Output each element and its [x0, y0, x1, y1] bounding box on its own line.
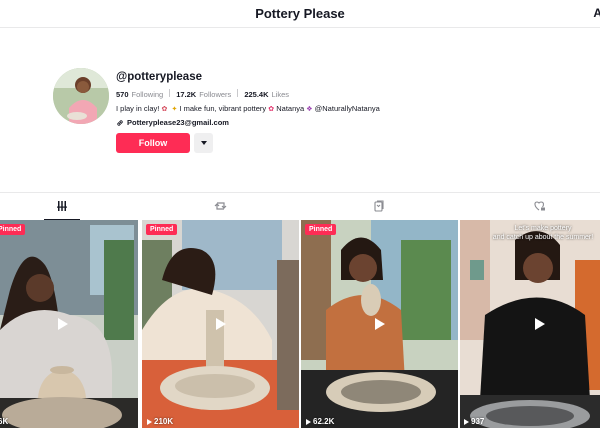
- bio-text-4[interactable]: @NaturallyNatanya: [315, 104, 380, 113]
- profile-tabs: [0, 192, 600, 221]
- following-count[interactable]: 570: [116, 90, 129, 99]
- pinned-badge: Pinned: [0, 224, 26, 235]
- username: @potteryplease: [116, 71, 202, 83]
- grid-icon: [57, 201, 67, 211]
- likes-count: 225.4K: [244, 90, 269, 99]
- butterfly-icon: ❖: [306, 106, 313, 113]
- heart-lock-icon: [533, 201, 545, 211]
- link-icon: [117, 119, 123, 126]
- tab-favorites[interactable]: [371, 199, 387, 213]
- play-count-icon: [464, 418, 469, 425]
- divider: [237, 89, 239, 97]
- profile-stats: 570 Following 17.2K Followers 225.4K Lik…: [116, 89, 289, 99]
- video-caption-text: Let's make pottery and catch up about th…: [492, 225, 594, 241]
- video-card[interactable]: Pinned 62.2K: [301, 220, 458, 428]
- play-count-icon: [306, 418, 311, 425]
- followers-label: Followers: [199, 90, 232, 99]
- play-count-icon: [147, 418, 152, 425]
- view-count-value: 62.2K: [313, 417, 335, 426]
- bio-text-3: Natanya: [276, 104, 305, 113]
- view-count-value: 6K: [0, 417, 9, 426]
- view-count: 62.2K: [306, 417, 334, 426]
- chevron-down-icon: [200, 141, 207, 145]
- video-grid: Pinned 6K Pinned 210K Pinned 62.2K Let's…: [0, 220, 600, 428]
- play-icon: [216, 318, 226, 330]
- email-link[interactable]: Potteryplease23@gmail.com: [116, 118, 229, 127]
- pinned-badge: Pinned: [305, 224, 337, 235]
- suggested-accounts-button[interactable]: [194, 133, 213, 153]
- top-bar: Pottery Please A: [0, 0, 600, 28]
- followers-count[interactable]: 17.2K: [176, 90, 196, 99]
- video-card[interactable]: Pinned 210K: [142, 220, 299, 428]
- page-title: Pottery Please: [255, 6, 345, 21]
- view-count-value: 937: [471, 417, 485, 426]
- tab-liked[interactable]: [531, 199, 547, 213]
- likes-label: Likes: [271, 90, 290, 99]
- view-count: 6K: [0, 417, 8, 426]
- video-caption: Let's make pottery and catch up about th…: [488, 225, 598, 242]
- bookmark-icon: [374, 200, 384, 212]
- bio-text-2: I make fun, vibrant pottery: [179, 104, 267, 113]
- avatar[interactable]: [53, 68, 109, 124]
- sparkle-icon: ✦: [171, 106, 178, 113]
- profile-bio: I play in clay! ✿ ✦ I make fun, vibrant …: [116, 104, 380, 113]
- play-icon: [535, 318, 545, 330]
- video-thumbnail: [460, 220, 600, 428]
- view-count: 937: [464, 417, 484, 426]
- divider: [169, 89, 171, 97]
- play-icon: [58, 318, 68, 330]
- bio-text-1: I play in clay!: [116, 104, 160, 113]
- view-count: 210K: [147, 417, 173, 426]
- view-count-value: 210K: [154, 417, 174, 426]
- video-card[interactable]: Let's make pottery and catch up about th…: [460, 220, 600, 428]
- share-icon[interactable]: A: [593, 6, 600, 20]
- video-card[interactable]: Pinned 6K: [0, 220, 138, 428]
- tulip-icon: ✿: [268, 106, 275, 113]
- flower-icon: ✿: [161, 106, 168, 113]
- following-label: Following: [131, 90, 164, 99]
- tab-videos[interactable]: [44, 199, 80, 221]
- pinned-badge: Pinned: [146, 224, 178, 235]
- repost-icon: [214, 202, 226, 210]
- email-text[interactable]: Potteryplease23@gmail.com: [127, 118, 229, 127]
- play-icon: [375, 318, 385, 330]
- video-thumbnail: [0, 220, 138, 428]
- follow-button[interactable]: Follow: [116, 133, 190, 153]
- tab-reposts[interactable]: [212, 199, 228, 213]
